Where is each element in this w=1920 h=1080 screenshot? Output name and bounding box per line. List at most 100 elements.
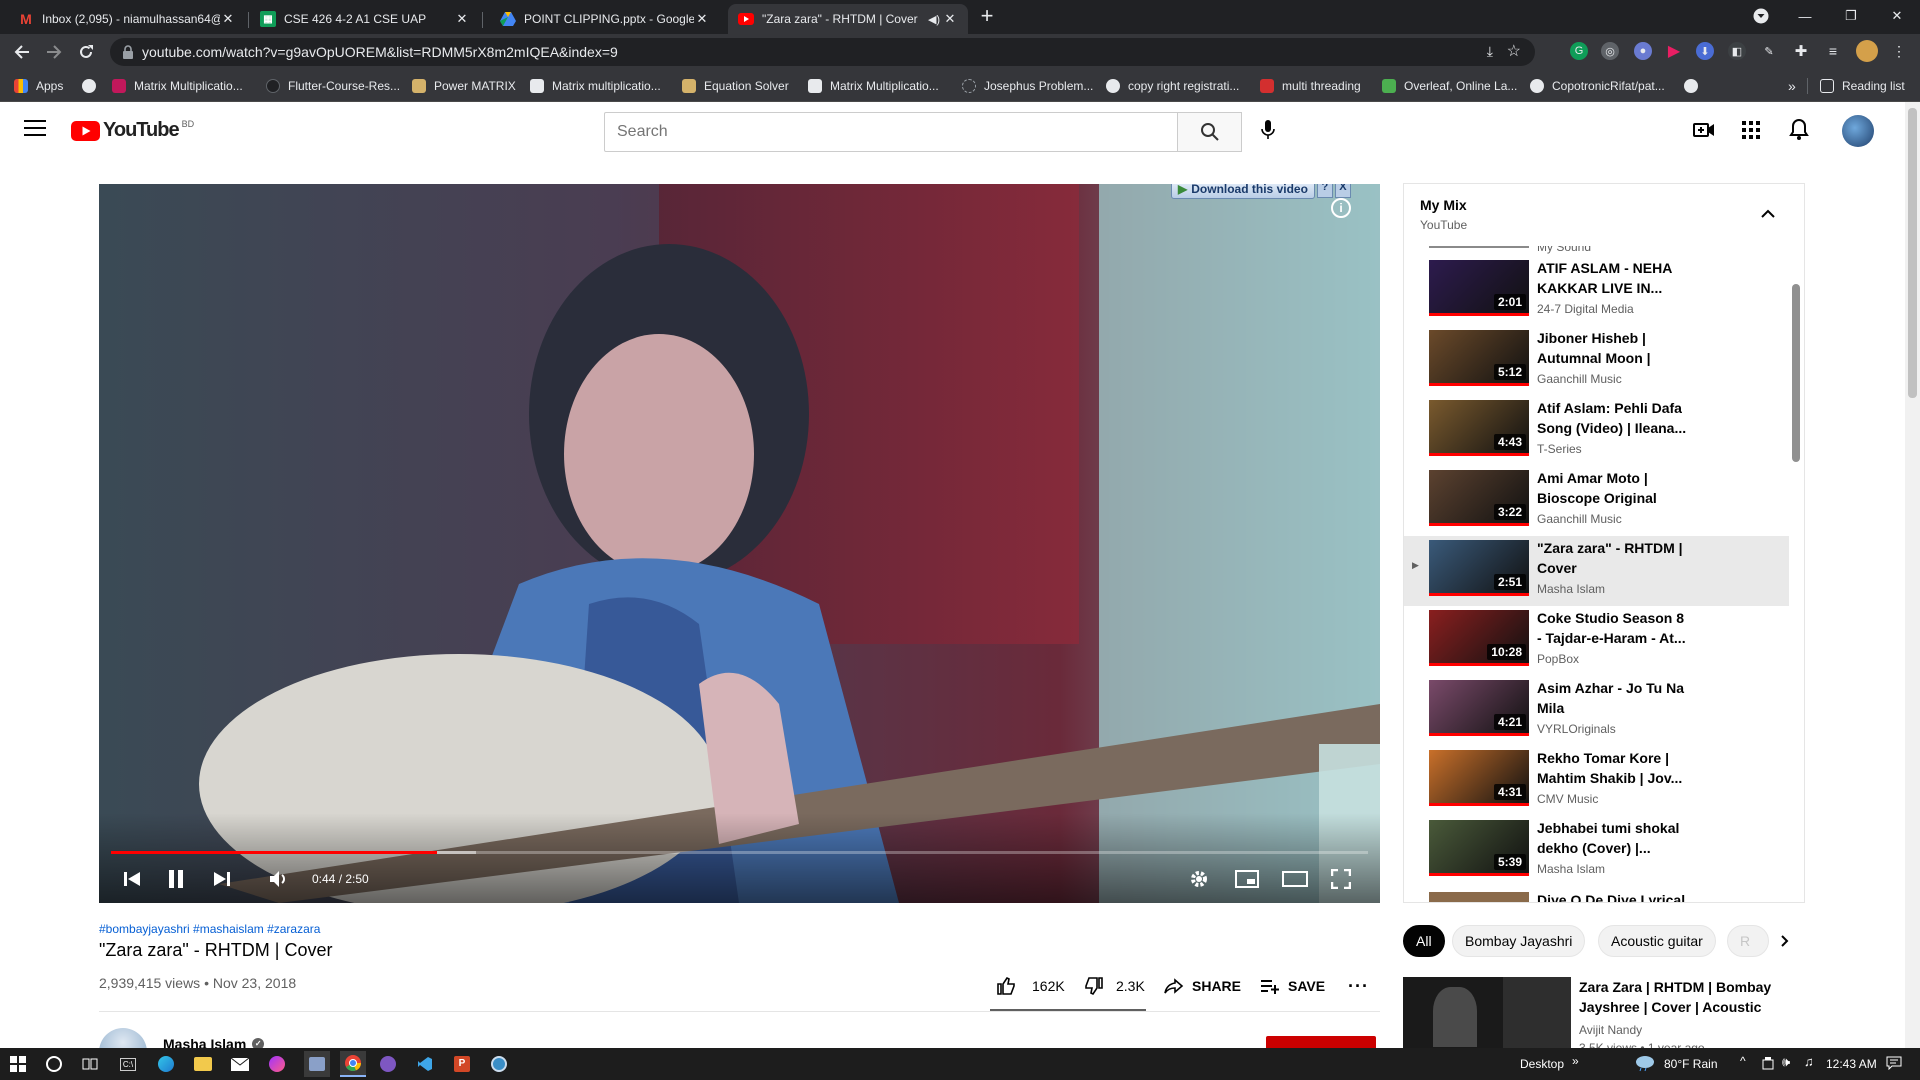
- info-icon[interactable]: i: [1331, 198, 1351, 218]
- minimize-button[interactable]: ―: [1782, 0, 1828, 32]
- playlist-item[interactable]: ▶ 2:51 "Zara zara" - RHTDM | Cover Masha Is…: [1404, 536, 1789, 606]
- close-icon[interactable]: ✕: [942, 11, 958, 27]
- vscode-icon[interactable]: [415, 1054, 435, 1074]
- playlist-item-thumbnail[interactable]: 3:22: [1429, 470, 1529, 526]
- tab-gmail[interactable]: M Inbox (2,095) - niamulhassan64@ ✕: [8, 4, 246, 34]
- volume-icon[interactable]: [269, 870, 289, 888]
- account-avatar[interactable]: [1842, 115, 1874, 147]
- powerpoint-icon[interactable]: P: [452, 1054, 472, 1074]
- download-video-button[interactable]: ▶ Download this video: [1171, 184, 1315, 199]
- playlist-item-thumbnail[interactable]: 2:01: [1429, 260, 1529, 316]
- playlist-item-title[interactable]: ATIF ASLAM - NEHA KAKKAR LIVE IN...: [1537, 258, 1687, 298]
- like-button[interactable]: 162K: [996, 976, 1065, 996]
- media-control-icon[interactable]: ≡: [1824, 42, 1842, 60]
- miniplayer-icon[interactable]: [1235, 870, 1259, 888]
- windows-start-icon[interactable]: [8, 1054, 28, 1074]
- chrome-menu-icon[interactable]: ⋮: [1890, 42, 1908, 60]
- playlist-item-title[interactable]: Jiboner Hisheb | Autumnal Moon | Asi...: [1537, 328, 1687, 368]
- collapse-chevron-icon[interactable]: [1760, 206, 1776, 218]
- pen-extension-icon[interactable]: ✎: [1760, 42, 1778, 60]
- terminal-icon[interactable]: C:\: [118, 1054, 138, 1074]
- more-bookmarks-icon[interactable]: »: [1788, 78, 1796, 94]
- bookmark-item[interactable]: Matrix multiplicatio...: [530, 78, 661, 94]
- new-tab-button[interactable]: +: [972, 0, 1002, 32]
- theater-mode-icon[interactable]: [1282, 870, 1308, 888]
- bookmark-item[interactable]: Equation Solver: [682, 78, 789, 94]
- recommendation-title[interactable]: Zara Zara | RHTDM | Bombay Jayshree | Co…: [1579, 977, 1799, 1017]
- weather-text[interactable]: 80°F Rain: [1664, 1057, 1718, 1071]
- app-icon[interactable]: [304, 1051, 330, 1077]
- recommendation-channel[interactable]: Avijit Nandy: [1579, 1023, 1642, 1037]
- desktop-label[interactable]: Desktop: [1520, 1057, 1564, 1071]
- messenger-icon[interactable]: [267, 1054, 287, 1074]
- download-help-button[interactable]: ?: [1316, 184, 1333, 198]
- bookmark-item[interactable]: Matrix Multiplicatio...: [808, 78, 939, 94]
- playlist-item[interactable]: 3:22 Ami Amar Moto | Bioscope Original Fi…: [1404, 466, 1789, 536]
- search-input[interactable]: [605, 113, 1177, 151]
- youtube-logo[interactable]: YouTube BD: [71, 119, 194, 142]
- maximize-button[interactable]: ❐: [1828, 0, 1874, 32]
- playlist-item[interactable]: 4:21 Asim Azhar - Jo Tu Na Mila VYRLOrigin…: [1404, 676, 1789, 746]
- recommendation-thumbnail[interactable]: [1403, 977, 1571, 1048]
- volume-tray-icon[interactable]: 🕪: [1782, 1054, 1790, 1070]
- bookmark-item[interactable]: Flutter-Course-Res...: [266, 78, 400, 94]
- chips-next-chevron-icon[interactable]: [1770, 925, 1800, 957]
- playlist-item-title[interactable]: Rekho Tomar Kore | Mahtim Shakib | Jov..…: [1537, 748, 1687, 788]
- close-icon[interactable]: ✕: [454, 11, 470, 27]
- profile-menu-icon[interactable]: [1738, 0, 1784, 32]
- playlist-item-thumbnail[interactable]: 10:28: [1429, 610, 1529, 666]
- voice-search-button[interactable]: [1256, 118, 1280, 142]
- playlist-item-title[interactable]: "Zara zara" - RHTDM | Cover: [1537, 538, 1687, 578]
- fullscreen-icon[interactable]: [1330, 868, 1352, 890]
- share-button[interactable]: SHARE: [1164, 976, 1241, 996]
- playlist-item-title[interactable]: Coke Studio Season 8 - Tajdar-e-Haram - …: [1537, 608, 1687, 648]
- playlist-item-thumbnail[interactable]: 2:51: [1429, 540, 1529, 596]
- task-view-icon[interactable]: [80, 1054, 100, 1074]
- playlist-item[interactable]: 2:01 ATIF ASLAM - NEHA KAKKAR LIVE IN... 2…: [1404, 256, 1789, 326]
- playlist-item-thumbnail[interactable]: 4:21: [1429, 680, 1529, 736]
- playlist-item-thumbnail[interactable]: 4:31: [1429, 750, 1529, 806]
- chip-partial[interactable]: R: [1727, 925, 1769, 957]
- language-icon[interactable]: ♫: [1804, 1054, 1814, 1069]
- create-video-icon[interactable]: [1692, 118, 1716, 142]
- extension-icon[interactable]: ◧: [1728, 42, 1746, 60]
- playlist-scrollbar[interactable]: [1792, 284, 1800, 902]
- pause-button[interactable]: [165, 868, 187, 890]
- bookmark-item[interactable]: Matrix Multiplicatio...: [112, 78, 243, 94]
- bookmark-globe[interactable]: [82, 78, 104, 94]
- clock[interactable]: 12:43 AM: [1826, 1057, 1877, 1071]
- close-icon[interactable]: ✕: [220, 11, 236, 27]
- playlist-item[interactable]: 4:31 Rekho Tomar Kore | Mahtim Shakib | J…: [1404, 746, 1789, 816]
- network-icon[interactable]: [1762, 1056, 1774, 1070]
- cortana-search-icon[interactable]: [44, 1054, 64, 1074]
- bookmark-item[interactable]: Power MATRIX: [412, 78, 516, 94]
- playlist-item[interactable]: 5:39 Jebhabei tumi shokal dekho (Cover) |…: [1404, 816, 1789, 886]
- camera-extension-icon[interactable]: ◎: [1601, 42, 1619, 60]
- action-center-icon[interactable]: [1886, 1056, 1902, 1071]
- download-extension-icon[interactable]: ⬇: [1696, 42, 1714, 60]
- save-button[interactable]: SAVE: [1260, 976, 1325, 996]
- forward-button[interactable]: [42, 40, 66, 64]
- chip-acoustic-guitar[interactable]: Acoustic guitar: [1598, 925, 1716, 957]
- playlist-item[interactable]: 4:43 Atif Aslam: Pehli Dafa Song (Video) …: [1404, 396, 1789, 466]
- playlist-item[interactable]: 5:12 Jiboner Hisheb | Autumnal Moon | Asi…: [1404, 326, 1789, 396]
- file-explorer-icon[interactable]: [193, 1054, 213, 1074]
- apps-grid-icon[interactable]: [1741, 120, 1761, 140]
- app-icon[interactable]: [489, 1054, 509, 1074]
- chip-all[interactable]: All: [1403, 925, 1445, 957]
- progress-bar[interactable]: [111, 851, 1368, 854]
- profile-avatar[interactable]: [1856, 40, 1878, 62]
- close-icon[interactable]: ✕: [694, 11, 710, 27]
- download-close-button[interactable]: X: [1334, 184, 1351, 198]
- bookmark-item[interactable]: Josephus Problem...: [962, 78, 1093, 94]
- hashtags[interactable]: #bombayjayashri #mashaislam #zarazara: [99, 922, 320, 936]
- bookmark-globe[interactable]: [1684, 78, 1706, 94]
- playlist-item-thumbnail[interactable]: 5:39: [1429, 820, 1529, 876]
- bookmark-item[interactable]: multi threading: [1260, 78, 1361, 94]
- next-icon[interactable]: [213, 870, 231, 888]
- hamburger-menu-icon[interactable]: [24, 120, 46, 138]
- puzzle-extensions-icon[interactable]: ✚: [1792, 42, 1810, 60]
- playlist-item-thumbnail[interactable]: 4:43: [1429, 400, 1529, 456]
- more-actions-icon[interactable]: ···: [1348, 976, 1369, 997]
- video-player[interactable]: ▶ Download this video ? X i 0:44 / 2:50: [99, 184, 1380, 903]
